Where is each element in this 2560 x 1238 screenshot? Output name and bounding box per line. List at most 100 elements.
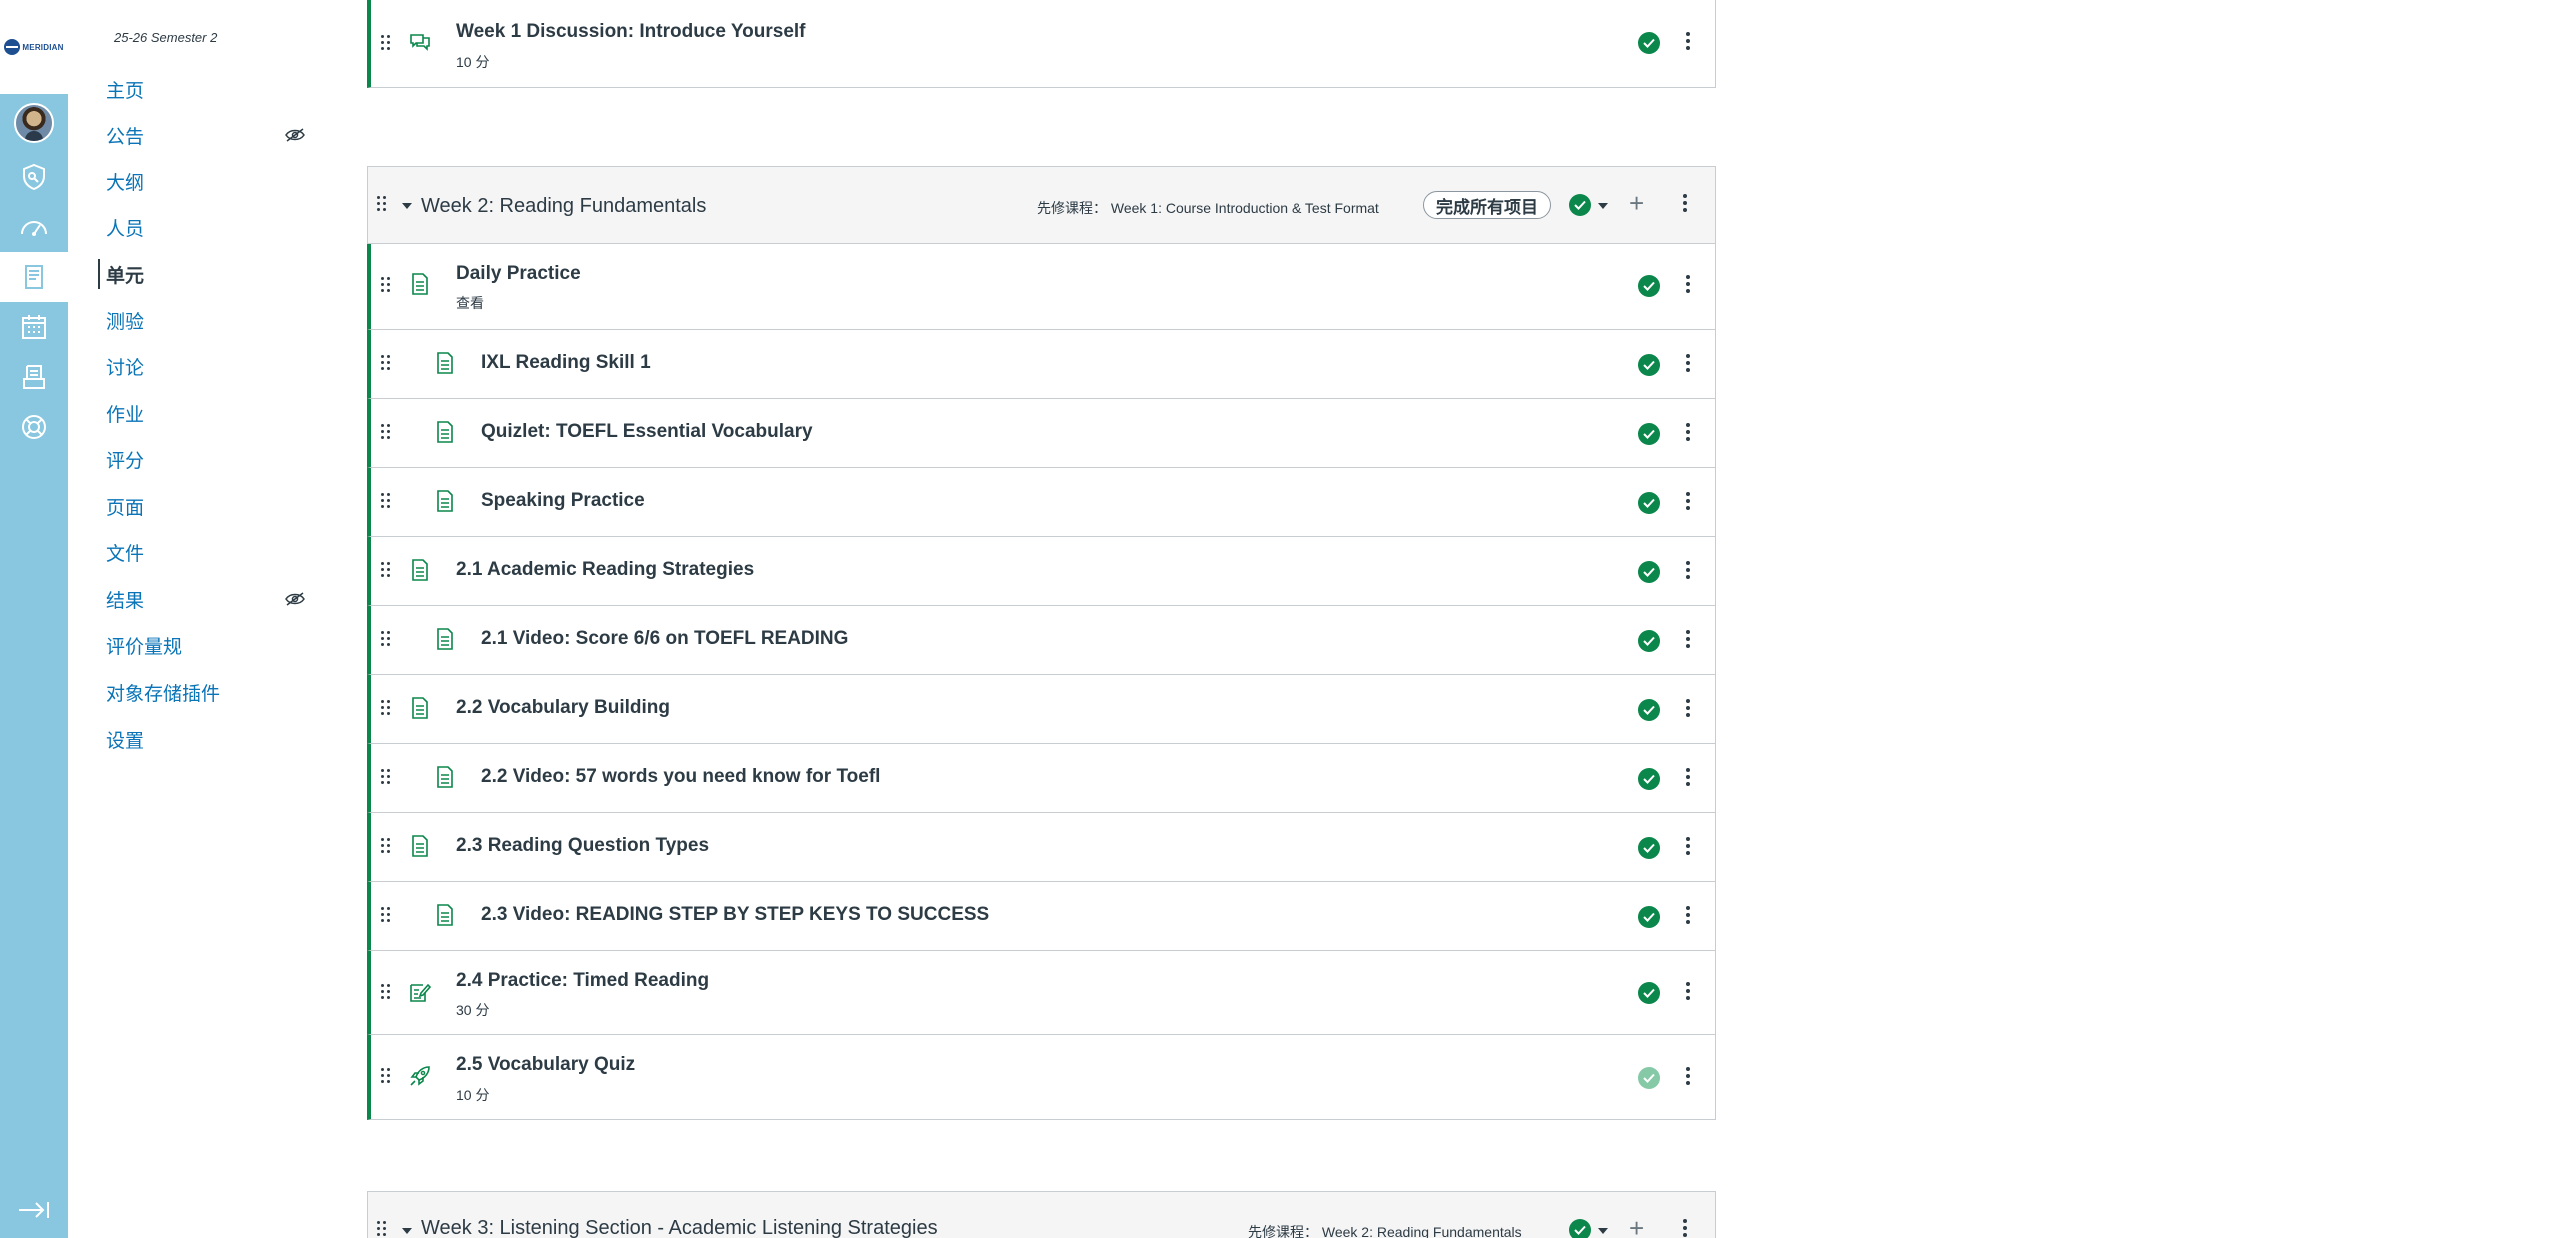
- module-complete-check-icon: [1569, 1219, 1591, 1238]
- course-nav-modules[interactable]: 单元: [98, 259, 306, 289]
- item-options-kebab-icon[interactable]: [1685, 906, 1691, 924]
- nav-calendar[interactable]: [0, 302, 68, 352]
- item-title[interactable]: 2.3 Video: READING STEP BY STEP KEYS TO …: [481, 904, 989, 926]
- module-options-kebab-icon[interactable]: [1682, 1219, 1688, 1237]
- item-title[interactable]: 2.2 Video: 57 words you need know for To…: [481, 766, 880, 788]
- module-header-week2[interactable]: Week 2: Reading Fundamentals 先修课程： Week …: [367, 166, 1716, 244]
- module-title[interactable]: Week 3: Listening Section - Academic Lis…: [421, 1217, 938, 1238]
- drag-handle-icon[interactable]: [381, 355, 390, 370]
- course-nav-files[interactable]: 文件: [106, 537, 306, 567]
- drag-handle-icon[interactable]: [381, 984, 390, 999]
- module-item-2-3-video[interactable]: 2.3 Video: READING STEP BY STEP KEYS TO …: [367, 882, 1716, 951]
- item-options-kebab-icon[interactable]: [1685, 837, 1691, 855]
- module-item-2-5-quiz[interactable]: 2.5 Vocabulary Quiz 10 分: [367, 1035, 1716, 1120]
- drag-handle-icon[interactable]: [381, 277, 390, 292]
- item-options-kebab-icon[interactable]: [1685, 561, 1691, 579]
- logo[interactable]: MERIDIAN: [0, 0, 68, 94]
- module-item-ixl-reading[interactable]: IXL Reading Skill 1: [367, 330, 1716, 399]
- module-item-week1-discussion[interactable]: Week 1 Discussion: Introduce Yourself 10…: [367, 0, 1716, 88]
- item-options-kebab-icon[interactable]: [1685, 275, 1691, 293]
- nav-dashboard[interactable]: [0, 202, 68, 252]
- course-nav-grades[interactable]: 评分: [106, 444, 306, 474]
- item-title[interactable]: 2.3 Reading Question Types: [456, 835, 709, 857]
- course-nav-object-storage[interactable]: 对象存储插件: [106, 677, 306, 707]
- item-title[interactable]: 2.2 Vocabulary Building: [456, 697, 670, 719]
- drag-handle-icon[interactable]: [381, 838, 390, 853]
- item-options-kebab-icon[interactable]: [1685, 1067, 1691, 1085]
- collapse-nav-button[interactable]: [0, 1190, 68, 1230]
- course-nav-announcements[interactable]: 公告: [106, 120, 306, 150]
- drag-handle-icon[interactable]: [381, 700, 390, 715]
- page-icon: [412, 697, 428, 719]
- item-options-kebab-icon[interactable]: [1685, 354, 1691, 372]
- help-lifebuoy-icon: [22, 415, 46, 439]
- drag-handle-icon[interactable]: [381, 35, 390, 50]
- module-item-speaking-practice[interactable]: Speaking Practice: [367, 468, 1716, 537]
- item-title[interactable]: 2.1 Video: Score 6/6 on TOEFL READING: [481, 628, 848, 650]
- module-item-2-3-question-types[interactable]: 2.3 Reading Question Types: [367, 813, 1716, 882]
- item-options-kebab-icon[interactable]: [1685, 32, 1691, 50]
- drag-handle-icon[interactable]: [381, 907, 390, 922]
- collapse-caret-icon[interactable]: [402, 203, 412, 209]
- module-status-caret-icon[interactable]: [1598, 203, 1608, 209]
- item-title[interactable]: Quizlet: TOEFL Essential Vocabulary: [481, 421, 813, 443]
- page-icon: [412, 559, 428, 581]
- drag-handle-icon[interactable]: [381, 424, 390, 439]
- quiz-rocket-icon: [410, 1066, 430, 1086]
- completed-check-icon: [1638, 837, 1660, 859]
- course-nav-home[interactable]: 主页: [106, 74, 306, 104]
- drag-handle-icon[interactable]: [381, 769, 390, 784]
- module-item-2-1-strategies[interactable]: 2.1 Academic Reading Strategies: [367, 537, 1716, 606]
- item-options-kebab-icon[interactable]: [1685, 768, 1691, 786]
- add-item-plus-icon[interactable]: +: [1629, 1215, 1644, 1238]
- drag-handle-icon[interactable]: [381, 631, 390, 646]
- module-title[interactable]: Week 2: Reading Fundamentals: [421, 195, 706, 218]
- page-icon: [437, 766, 453, 788]
- drag-handle-icon[interactable]: [377, 1221, 386, 1236]
- account-avatar[interactable]: [0, 98, 68, 148]
- item-title[interactable]: Daily Practice: [456, 263, 581, 285]
- module-status-caret-icon[interactable]: [1598, 1228, 1608, 1234]
- add-item-plus-icon[interactable]: +: [1629, 190, 1644, 216]
- item-title[interactable]: Week 1 Discussion: Introduce Yourself: [456, 21, 806, 43]
- drag-handle-icon[interactable]: [377, 196, 386, 211]
- item-options-kebab-icon[interactable]: [1685, 699, 1691, 717]
- module-item-2-1-video[interactable]: 2.1 Video: Score 6/6 on TOEFL READING: [367, 606, 1716, 675]
- item-options-kebab-icon[interactable]: [1685, 492, 1691, 510]
- course-nav-people[interactable]: 人员: [106, 212, 306, 242]
- course-nav-quizzes[interactable]: 测验: [106, 305, 306, 335]
- course-nav-pages[interactable]: 页面: [106, 491, 306, 521]
- nav-courses[interactable]: [0, 252, 68, 302]
- course-nav: 25-26 Semester 2 主页 公告 大纲 人员 单元 测验 讨论 作业…: [68, 0, 313, 1238]
- nav-admin[interactable]: [0, 152, 68, 202]
- nav-help[interactable]: [0, 402, 68, 452]
- item-title[interactable]: Speaking Practice: [481, 490, 645, 512]
- item-title[interactable]: IXL Reading Skill 1: [481, 352, 651, 374]
- course-nav-outcomes[interactable]: 结果: [106, 584, 306, 614]
- nav-inbox[interactable]: [0, 352, 68, 402]
- item-title[interactable]: 2.1 Academic Reading Strategies: [456, 559, 754, 581]
- course-nav-settings[interactable]: 设置: [106, 724, 306, 754]
- item-title[interactable]: 2.5 Vocabulary Quiz: [456, 1054, 635, 1076]
- collapse-caret-icon[interactable]: [402, 1228, 412, 1234]
- item-options-kebab-icon[interactable]: [1685, 982, 1691, 1000]
- item-options-kebab-icon[interactable]: [1685, 630, 1691, 648]
- completed-check-icon: [1638, 354, 1660, 376]
- page-icon: [412, 273, 428, 295]
- course-nav-rubrics[interactable]: 评价量规: [106, 630, 306, 660]
- course-nav-discussions[interactable]: 讨论: [106, 351, 306, 381]
- module-item-quizlet[interactable]: Quizlet: TOEFL Essential Vocabulary: [367, 399, 1716, 468]
- module-item-2-2-vocabulary[interactable]: 2.2 Vocabulary Building: [367, 675, 1716, 744]
- module-options-kebab-icon[interactable]: [1682, 194, 1688, 212]
- item-title[interactable]: 2.4 Practice: Timed Reading: [456, 970, 709, 992]
- module-header-week3[interactable]: Week 3: Listening Section - Academic Lis…: [367, 1191, 1716, 1238]
- module-item-2-4-timed-reading[interactable]: 2.4 Practice: Timed Reading 30 分: [367, 951, 1716, 1035]
- module-item-2-2-video[interactable]: 2.2 Video: 57 words you need know for To…: [367, 744, 1716, 813]
- course-nav-assignments[interactable]: 作业: [106, 398, 306, 428]
- drag-handle-icon[interactable]: [381, 562, 390, 577]
- course-nav-syllabus[interactable]: 大纲: [106, 166, 306, 196]
- module-item-daily-practice[interactable]: Daily Practice 查看: [367, 244, 1716, 330]
- drag-handle-icon[interactable]: [381, 1068, 390, 1083]
- drag-handle-icon[interactable]: [381, 493, 390, 508]
- item-options-kebab-icon[interactable]: [1685, 423, 1691, 441]
